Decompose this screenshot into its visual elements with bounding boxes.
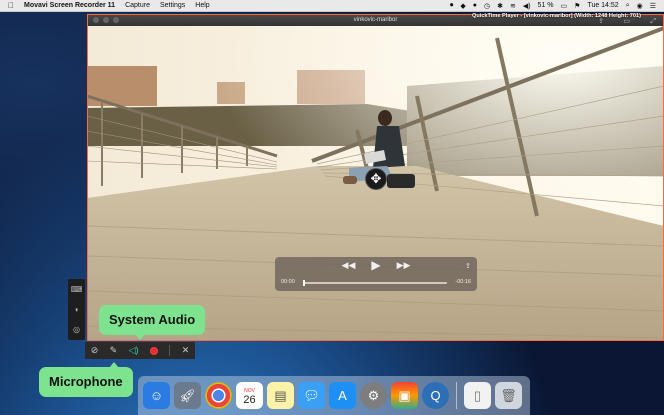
dock: ☺ 🚀︎ NOV 26 ▤ 💬︎ A ⚙ ▣ Q ▯ 🗑︎ xyxy=(138,376,530,415)
chrome-icon[interactable] xyxy=(205,382,232,409)
mouse-icon[interactable]: ◖ xyxy=(74,305,79,314)
notes-icon[interactable]: ▤ xyxy=(267,382,294,409)
battery-percent[interactable]: 51 % xyxy=(538,2,554,9)
fullscreen-icon[interactable]: ⤢ xyxy=(650,16,656,28)
calendar-icon[interactable]: NOV 26 xyxy=(236,382,263,409)
finder-icon[interactable]: ☺ xyxy=(143,382,170,409)
window-title: vinkovic-maribor xyxy=(353,17,398,23)
bar-divider xyxy=(169,345,171,356)
record-button[interactable] xyxy=(149,346,158,355)
recorder-control-bar: ⊘ ✎ ◁) ✕ xyxy=(85,342,195,359)
play-icon[interactable]: ▶ xyxy=(371,258,380,272)
record-status-icon[interactable]: ⏺ xyxy=(450,2,454,10)
scrubber-track[interactable] xyxy=(303,280,447,286)
app-store-icon[interactable]: A xyxy=(329,382,356,409)
system-audio-icon[interactable]: ◁) xyxy=(129,345,139,356)
notification-center-icon[interactable]: ☰ xyxy=(650,2,656,10)
menu-extras: ⏺ ◆ ● ◷ ✱ ≋ ◀) 51 % ▭ ⚑ Tue 14:52 ⌕ ◉ ☰ xyxy=(450,2,656,10)
menu-bar:  Movavi Screen Recorder 11 Capture Sett… xyxy=(0,0,664,12)
keyboard-icon[interactable]: ⌨ xyxy=(71,285,83,294)
battery-icon: ▭ xyxy=(560,2,568,10)
trash-icon[interactable]: 🗑︎ xyxy=(495,382,522,409)
menu-clock[interactable]: Tue 14:52 xyxy=(587,2,618,9)
dropbox-icon[interactable]: ◆ xyxy=(460,2,465,10)
capture-area-label: QuickTime Player - [vinkovic-maribor] (W… xyxy=(472,13,641,19)
zoom-icon[interactable] xyxy=(113,17,119,23)
menu-help[interactable]: Help xyxy=(195,2,209,9)
movavi-recorder-icon[interactable]: ▣ xyxy=(391,382,418,409)
fast-forward-icon[interactable]: ▶▶ xyxy=(397,260,411,272)
microphone-off-icon[interactable]: ✎ xyxy=(110,345,118,356)
time-remaining: -00:16 xyxy=(455,279,471,285)
webcam-off-icon[interactable]: ⊘ xyxy=(91,345,99,356)
document-icon[interactable]: ▯ xyxy=(464,382,491,409)
spotlight-icon[interactable]: ⌕ xyxy=(626,2,630,10)
webcam-settings-icon[interactable]: ◎ xyxy=(73,325,80,334)
history-icon[interactable]: ◷ xyxy=(484,2,490,10)
calendar-day: 26 xyxy=(243,393,256,406)
close-icon[interactable] xyxy=(93,17,99,23)
window-controls xyxy=(93,17,119,23)
move-handle-icon[interactable]: ✥ xyxy=(365,168,387,190)
system-audio-callout: System Audio xyxy=(99,305,206,340)
recorder-side-tools: ⌨ ◖ ◎ xyxy=(68,279,85,340)
status-icon[interactable]: ● xyxy=(473,2,477,9)
minimize-icon[interactable] xyxy=(103,17,109,23)
siri-icon[interactable]: ◉ xyxy=(637,2,643,10)
scrubber-playhead[interactable] xyxy=(303,280,305,286)
menu-settings[interactable]: Settings xyxy=(160,2,185,9)
rewind-icon[interactable]: ◀◀ xyxy=(342,260,356,272)
playback-controls: ◀◀ ▶ ▶▶ ⇪ 00:00 -00:16 xyxy=(275,257,477,291)
launchpad-icon[interactable]: 🚀︎ xyxy=(174,382,201,409)
apple-menu-icon[interactable]:  xyxy=(8,1,14,10)
messages-icon[interactable]: 💬︎ xyxy=(298,382,325,409)
close-recorder-icon[interactable]: ✕ xyxy=(182,345,190,356)
system-preferences-icon[interactable]: ⚙ xyxy=(360,382,387,409)
time-elapsed: 00:00 xyxy=(281,279,295,285)
microphone-callout: Microphone xyxy=(39,362,133,397)
dock-separator xyxy=(456,382,457,409)
volume-icon[interactable]: ◀) xyxy=(523,2,531,10)
flag-icon[interactable]: ⚑ xyxy=(574,2,580,10)
controls-share-icon[interactable]: ⇪ xyxy=(465,262,471,270)
menu-capture[interactable]: Capture xyxy=(125,2,150,9)
transport-buttons: ◀◀ ▶ ▶▶ xyxy=(275,258,477,272)
app-name-menu[interactable]: Movavi Screen Recorder 11 xyxy=(24,2,115,9)
bluetooth-icon[interactable]: ✱ xyxy=(497,2,503,10)
wifi-icon[interactable]: ≋ xyxy=(510,2,516,10)
quicktime-icon[interactable]: Q xyxy=(422,382,449,409)
